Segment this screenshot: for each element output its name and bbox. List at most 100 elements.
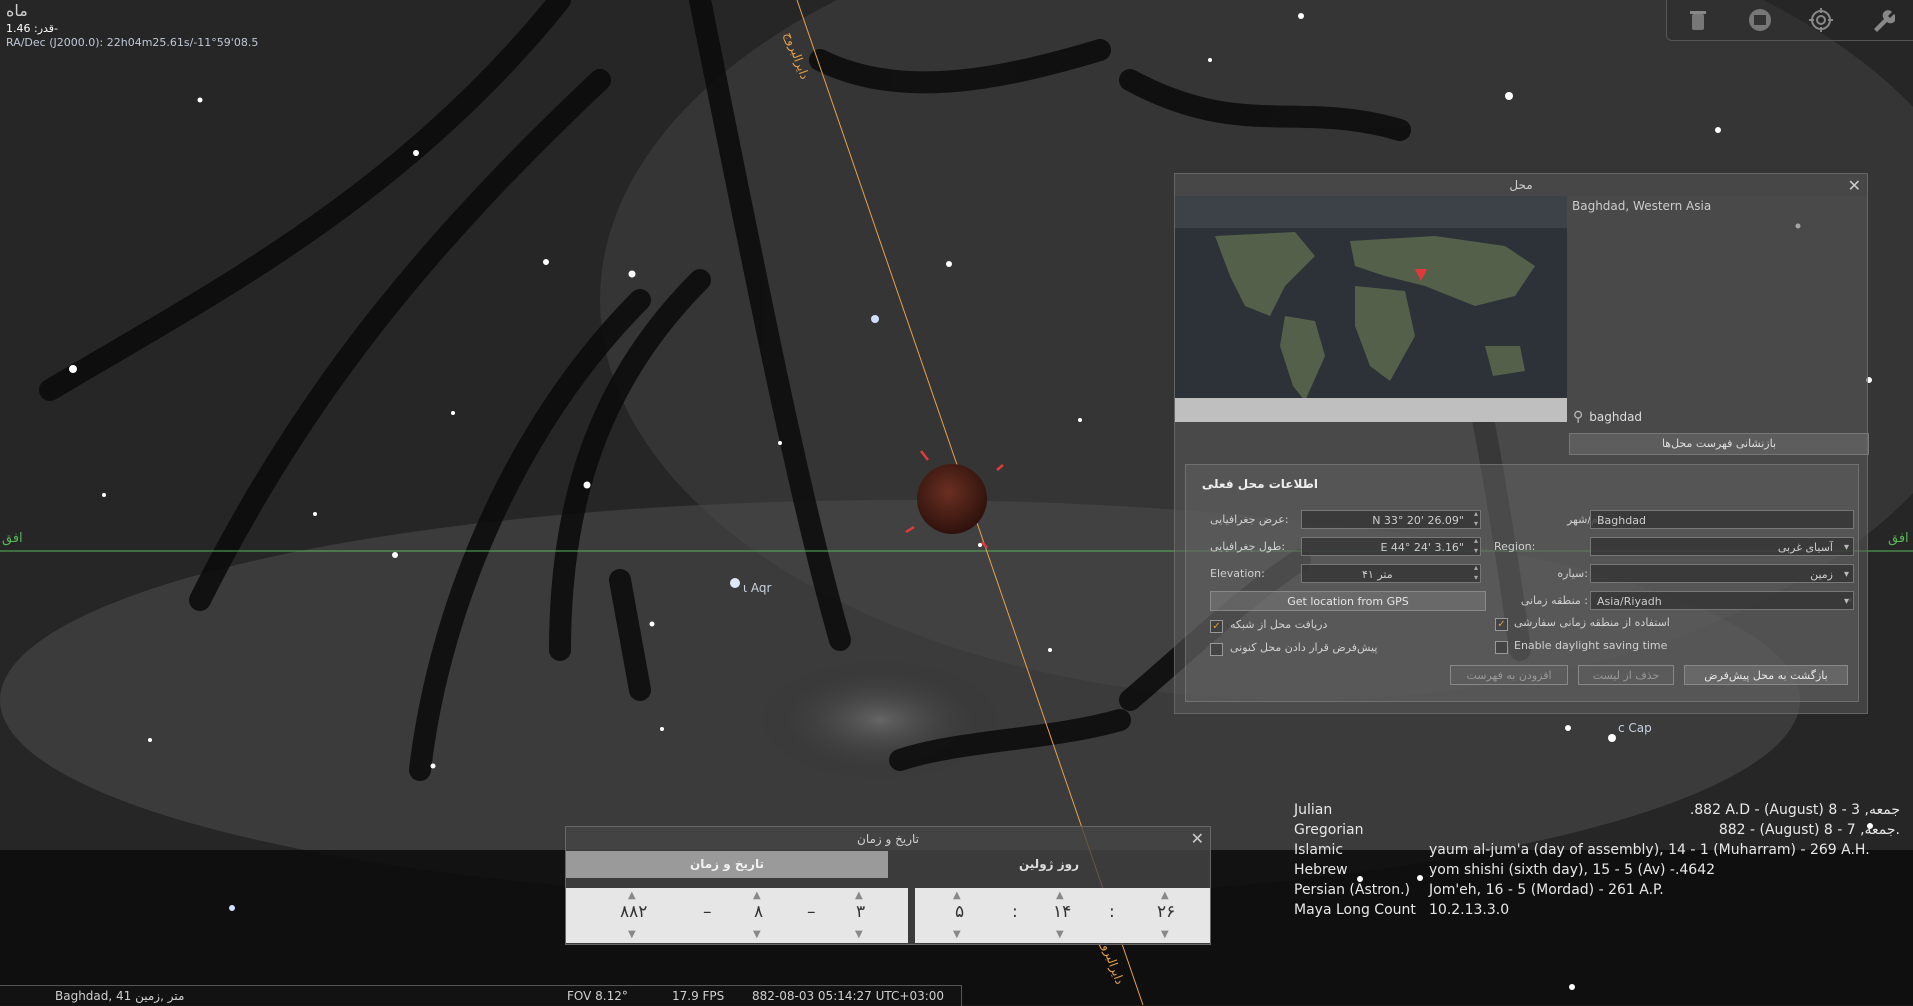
calendar-value: 882 - (August) 8 - 7 ,جمعه. — [1718, 822, 1900, 838]
hour-down-icon[interactable]: ▼ — [953, 929, 961, 940]
tab-julian-day[interactable]: روز ژولین — [888, 851, 1210, 878]
delete-from-list-button[interactable]: حذف از لیست — [1578, 665, 1674, 685]
chk-custom-timezone[interactable]: ✓ — [1495, 618, 1508, 631]
selected-object-info: ماه قدر: 1.46- RA/Dec (J2000.0): 22h04m2… — [6, 1, 259, 50]
close-icon[interactable]: ✕ — [1191, 829, 1204, 848]
calendar-name: Gregorian — [1294, 822, 1364, 838]
search-icon: ⚲ — [1573, 409, 1584, 425]
time-separator: : — [1109, 902, 1115, 922]
year-value[interactable]: ۸۸۲ — [620, 902, 647, 922]
second-down-icon[interactable]: ▼ — [1161, 929, 1169, 940]
planet-select[interactable]: زمین — [1590, 564, 1854, 584]
date-separator: – — [703, 902, 712, 922]
world-map[interactable] — [1175, 196, 1567, 422]
datetime-dialog-title[interactable]: تاریخ و زمان — [566, 827, 1210, 851]
status-bar: Baghdad, 41 متر ,زمین FOV 8.12° 17.9 FPS… — [0, 985, 962, 1006]
tab-datetime[interactable]: تاریخ و زمان — [566, 851, 888, 878]
top-toolbar — [1666, 0, 1913, 41]
month-value[interactable]: ۸ — [754, 902, 763, 922]
city-list-item[interactable]: Baghdad, Western Asia — [1568, 196, 1867, 216]
minute-down-icon[interactable]: ▼ — [1056, 929, 1064, 940]
get-gps-location-button[interactable]: Get location from GPS — [1210, 591, 1486, 611]
target-icon[interactable] — [1806, 5, 1836, 35]
horizon-label-right: افق — [1888, 531, 1909, 546]
chk-dst-label: Enable daylight saving time — [1514, 639, 1668, 652]
time-separator: : — [1012, 902, 1018, 922]
time-spinbox-group: ▲ ۵ ▼ : ▲ ۱۴ ▼ : ▲ ۲۶ ▼ — [915, 888, 1210, 943]
region-select[interactable]: آسیای غربی — [1590, 537, 1854, 557]
object-name: ماه — [6, 1, 28, 20]
moon — [917, 464, 987, 534]
day-up-icon[interactable]: ▲ — [855, 890, 863, 901]
horizon-label-left: افق — [2, 531, 23, 546]
object-magnitude: قدر: 1.46- — [6, 22, 59, 35]
day-down-icon[interactable]: ▼ — [855, 929, 863, 940]
region-label: Region: — [1494, 540, 1536, 553]
chk-network-location[interactable]: ✓ — [1210, 620, 1223, 633]
calendar-value: yom shishi (sixth day), 15 - 5 (Av) -.46… — [1429, 862, 1716, 878]
longitude-field[interactable]: E 44° 24' 3.16" — [1301, 536, 1481, 556]
city-search-input[interactable] — [1583, 409, 1867, 425]
trash-icon[interactable] — [1683, 5, 1713, 35]
chk-default-location[interactable] — [1210, 643, 1223, 656]
calendar-value: yaum al-jum'a (day of assembly), 14 - 1 … — [1429, 842, 1870, 858]
second-value[interactable]: ۲۶ — [1157, 902, 1175, 922]
location-dialog-title[interactable]: محل — [1175, 174, 1867, 196]
elevation-label: Elevation: — [1210, 567, 1265, 580]
latitude-label: عرض جغرافیایی: — [1210, 513, 1289, 526]
month-down-icon[interactable]: ▼ — [753, 929, 761, 940]
calendar-name: Islamic — [1294, 842, 1344, 858]
minute-value[interactable]: ۱۴ — [1053, 902, 1071, 922]
month-up-icon[interactable]: ▲ — [753, 890, 761, 901]
second-up-icon[interactable]: ▲ — [1161, 890, 1169, 901]
star-label-iota-aqr: ι Aqr — [743, 581, 772, 595]
current-location-header: اطلاعات محل فعلی — [1201, 477, 1318, 491]
latitude-field[interactable]: N 33° 20' 26.09" — [1301, 509, 1481, 529]
wrench-icon[interactable] — [1868, 5, 1898, 35]
hour-up-icon[interactable]: ▲ — [953, 890, 961, 901]
add-to-list-button[interactable]: افزودن به فهرست — [1450, 665, 1568, 685]
status-datetime: 882-08-03 05:14:27 UTC+03:00 — [752, 989, 945, 1003]
calendar-row-islamic: Islamic yaum al-jum'a (day of assembly),… — [1294, 842, 1913, 862]
calendar-name: Julian — [1294, 802, 1333, 818]
chk-dst[interactable] — [1495, 641, 1508, 654]
minute-up-icon[interactable]: ▲ — [1056, 890, 1064, 901]
date-separator: – — [807, 902, 816, 922]
elevation-field[interactable]: ۴۱ متر — [1301, 563, 1481, 583]
chk-network-location-label: دریافت محل از شبکه — [1230, 618, 1328, 631]
longitude-label: طول جغرافیایی: — [1210, 540, 1286, 553]
city-list[interactable]: Baghdad, Western Asia — [1568, 196, 1867, 366]
datetime-dialog: تاریخ و زمان ✕ تاریخ و زمان روز ژولین ▲ … — [565, 826, 1211, 945]
location-dialog: محل ✕ Baghdad, Western Asia ⚲ بازنشانی ف… — [1174, 173, 1869, 714]
calendar-row-persian: Persian (Astron.) Jom'eh, 16 - 5 (Mordad… — [1294, 882, 1913, 902]
object-radec: RA/Dec (J2000.0): 22h04m25.61s/-11°59'08… — [6, 36, 259, 49]
calendar-value: 10.2.13.3.0 — [1429, 902, 1510, 918]
name-field[interactable]: Baghdad — [1590, 510, 1854, 529]
close-icon[interactable]: ✕ — [1848, 176, 1861, 195]
chk-default-location-label: پیش‌فرض قرار دادن محل کنونی — [1230, 641, 1378, 654]
calendar-row-julian: Julian .882 A.D - (August) 8 - 3 ,جمعه — [1294, 802, 1913, 822]
calendar-row-gregorian: Gregorian 882 - (August) 8 - 7 ,جمعه. — [1294, 822, 1913, 842]
day-value[interactable]: ۳ — [856, 902, 865, 922]
calendar-row-hebrew: Hebrew yom shishi (sixth day), 15 - 5 (A… — [1294, 862, 1913, 882]
star-label-c-cap: c Cap — [1618, 721, 1652, 735]
return-default-location-button[interactable]: بازگشت به محل پیش‌فرض — [1684, 665, 1848, 685]
status-location: Baghdad, 41 متر ,زمین — [55, 989, 185, 1003]
calendars-info: Julian .882 A.D - (August) 8 - 3 ,جمعه G… — [1294, 802, 1913, 922]
chk-custom-timezone-label: استفاده از منطقه زمانی سفارشی — [1514, 616, 1670, 629]
calendar-value: .882 A.D - (August) 8 - 3 ,جمعه — [1689, 802, 1900, 818]
current-location-panel: اطلاعات محل فعلی عرض جغرافیایی: N 33° 20… — [1185, 464, 1859, 702]
city-search-row: ⚲ — [1569, 406, 1867, 428]
calendar-value: Jom'eh, 16 - 5 (Mordad) - 261 A.P. — [1429, 882, 1664, 898]
timezone-select[interactable]: Asia/Riyadh — [1590, 591, 1854, 611]
timezone-label: منطقه زمانی : — [1520, 594, 1588, 607]
year-down-icon[interactable]: ▼ — [628, 929, 636, 940]
date-spinbox-group: ▲ ۸۸۲ ▼ – ▲ ۸ ▼ – ▲ ۳ ▼ — [566, 888, 908, 943]
status-fov: FOV 8.12° — [567, 989, 628, 1003]
calendar-row-maya: Maya Long Count 10.2.13.3.0 — [1294, 902, 1913, 922]
calendar-name: Hebrew — [1294, 862, 1348, 878]
year-up-icon[interactable]: ▲ — [628, 890, 636, 901]
stop-icon[interactable] — [1745, 5, 1775, 35]
hour-value[interactable]: ۵ — [955, 902, 964, 922]
reset-list-button[interactable]: بازنشانی فهرست محل‌ها — [1569, 433, 1869, 455]
